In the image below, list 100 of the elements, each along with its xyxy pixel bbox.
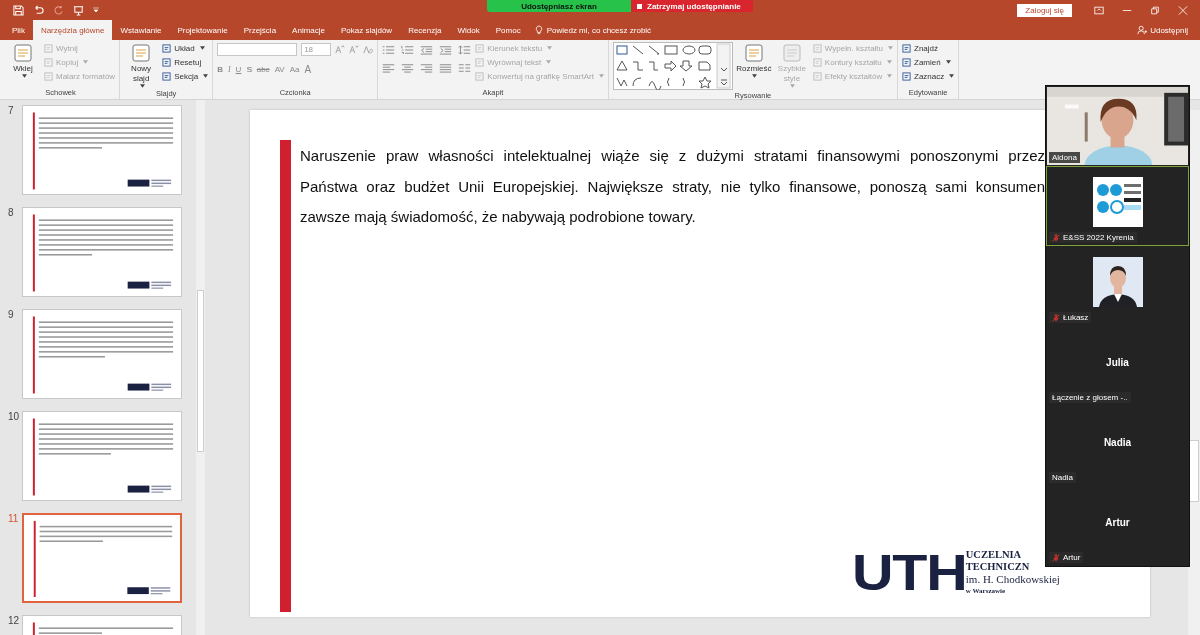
participant-tile[interactable]: Nadia Nadia [1046, 406, 1189, 486]
participant-tile[interactable]: Julia Łączenie z głosem -.. [1046, 326, 1189, 406]
tell-me-field[interactable]: Powiedz mi, co chcesz zrobić [534, 20, 652, 40]
customize-caret-icon[interactable] [93, 7, 99, 13]
ribbon-tab[interactable]: Projektowanie [169, 20, 236, 40]
participant-label: Łukasz [1049, 312, 1092, 323]
caret-icon [547, 46, 553, 50]
ribbon-button[interactable]: Znajdź [902, 42, 955, 54]
participant-tile[interactable]: E&SS 2022 Kyrenia [1046, 166, 1189, 246]
sign-in-button[interactable]: Zaloguj się [1017, 3, 1072, 17]
command-icon [162, 43, 172, 53]
add-person-icon [1137, 25, 1148, 35]
caret-icon [887, 74, 893, 78]
ribbon-display-icon[interactable] [1094, 5, 1104, 15]
ribbon-tab[interactable]: Widok [449, 20, 488, 40]
numbering-icon[interactable] [401, 45, 415, 55]
caret-icon [752, 74, 758, 78]
command-icon [44, 43, 53, 53]
command-icon [475, 71, 485, 81]
ribbon-tab[interactable]: Pomoc [487, 20, 529, 40]
ribbon-button[interactable]: Resetuj [162, 56, 209, 68]
grow-font-icon[interactable] [335, 44, 346, 54]
caret-icon [790, 84, 796, 88]
restore-icon[interactable] [1150, 5, 1160, 15]
close-icon[interactable] [1178, 5, 1188, 15]
caret-icon [203, 74, 209, 78]
redo-icon[interactable] [53, 4, 64, 16]
font-size-field[interactable]: 18 [301, 42, 332, 56]
lightbulb-icon [534, 25, 543, 35]
slide-number: 9 [7, 309, 15, 322]
increase-indent-icon[interactable] [439, 45, 453, 55]
ribbon-tab[interactable]: Animacje [284, 20, 333, 40]
undo-icon[interactable] [33, 4, 44, 16]
caret-icon [945, 60, 951, 64]
participant-name: Julia [1106, 356, 1129, 368]
ribbon-tab[interactable]: Przejścia [235, 20, 285, 40]
slide-thumbnail[interactable] [22, 309, 182, 399]
command-icon [162, 71, 172, 81]
logo-text: UCZELNIA [965, 549, 1023, 561]
slide-thumbnail[interactable] [22, 105, 182, 195]
command-icon [812, 43, 822, 53]
slide-number: 7 [7, 105, 15, 118]
bullets-icon[interactable] [382, 45, 396, 55]
participant-tile[interactable]: Aldona [1046, 86, 1189, 166]
command-icon [475, 57, 485, 67]
align-left-icon[interactable] [382, 63, 396, 73]
ribbon-button[interactable]: Zaznacz [902, 70, 955, 82]
ribbon-tab[interactable]: Plik [4, 20, 33, 40]
slide-thumbnail[interactable] [22, 207, 182, 297]
slide-number: 11 [7, 513, 20, 526]
participant-tile[interactable]: Łukasz [1046, 246, 1189, 326]
command-icon [902, 71, 912, 81]
presentation-icon[interactable] [73, 4, 84, 16]
columns-icon[interactable] [458, 63, 472, 73]
scrollbar-thumb[interactable] [197, 290, 204, 452]
command-icon [902, 57, 912, 67]
participant-name: Nadia [1103, 436, 1132, 448]
shrink-font-icon[interactable] [349, 44, 360, 54]
ribbon-tab[interactable]: Wstawianie [112, 20, 170, 40]
clear-formatting-icon[interactable] [363, 44, 374, 54]
justify-icon[interactable] [439, 63, 453, 73]
command-icon [162, 57, 172, 67]
decrease-indent-icon[interactable] [420, 45, 434, 55]
ribbon-tab[interactable]: Pokaz slajdów [333, 20, 401, 40]
slide-thumbnail[interactable] [22, 411, 182, 501]
caret-icon [546, 60, 552, 64]
participant-tile[interactable]: Artur Artur [1046, 486, 1189, 566]
screen-sharing-indicator: Udostępniasz ekran [487, 0, 631, 12]
ribbon-button[interactable]: Rozmieść [736, 42, 771, 78]
command-icon [475, 43, 485, 53]
ribbon-tab[interactable]: Recenzja [400, 20, 450, 40]
command-icon [902, 43, 912, 53]
slide-thumbnail[interactable] [22, 513, 182, 603]
command-icon [812, 57, 822, 67]
caret-icon [886, 60, 892, 64]
ribbon-button[interactable]: Nowy slajd [124, 42, 159, 88]
align-right-icon[interactable] [420, 63, 434, 73]
command-icon [812, 71, 822, 81]
ribbon-button[interactable]: Wklej [6, 42, 40, 78]
scrollbar-thumb[interactable] [1189, 440, 1199, 502]
ribbon-button[interactable]: Zamień [902, 56, 955, 68]
logo-text: TECHNICZN [965, 561, 1031, 573]
caret-icon [598, 74, 604, 78]
shapes-gallery-drawing[interactable] [612, 42, 733, 90]
slide-text-line: zawsze mają świadomość, że nabywają podrobione towary. [300, 207, 697, 227]
save-icon[interactable] [13, 4, 24, 16]
stop-sharing-button[interactable]: Zatrzymaj udostępnianie [631, 0, 753, 12]
ribbon-tab[interactable]: Narzędzia główne [32, 20, 113, 40]
caret-icon [21, 74, 27, 78]
align-center-icon[interactable] [401, 63, 415, 73]
caret-icon [949, 74, 955, 78]
ribbon-button[interactable]: Sekcja [162, 70, 209, 82]
logo-mark: UTH [852, 551, 967, 595]
ribbon-button[interactable]: Układ [162, 42, 209, 54]
participant-label: Aldona [1049, 152, 1080, 163]
font-name-field[interactable] [217, 42, 298, 56]
participant-label: Nadia [1049, 472, 1076, 483]
line-spacing-icon[interactable] [458, 45, 472, 55]
share-button[interactable]: Udostępnij [1137, 20, 1200, 40]
participant-label: Artur [1049, 552, 1084, 563]
